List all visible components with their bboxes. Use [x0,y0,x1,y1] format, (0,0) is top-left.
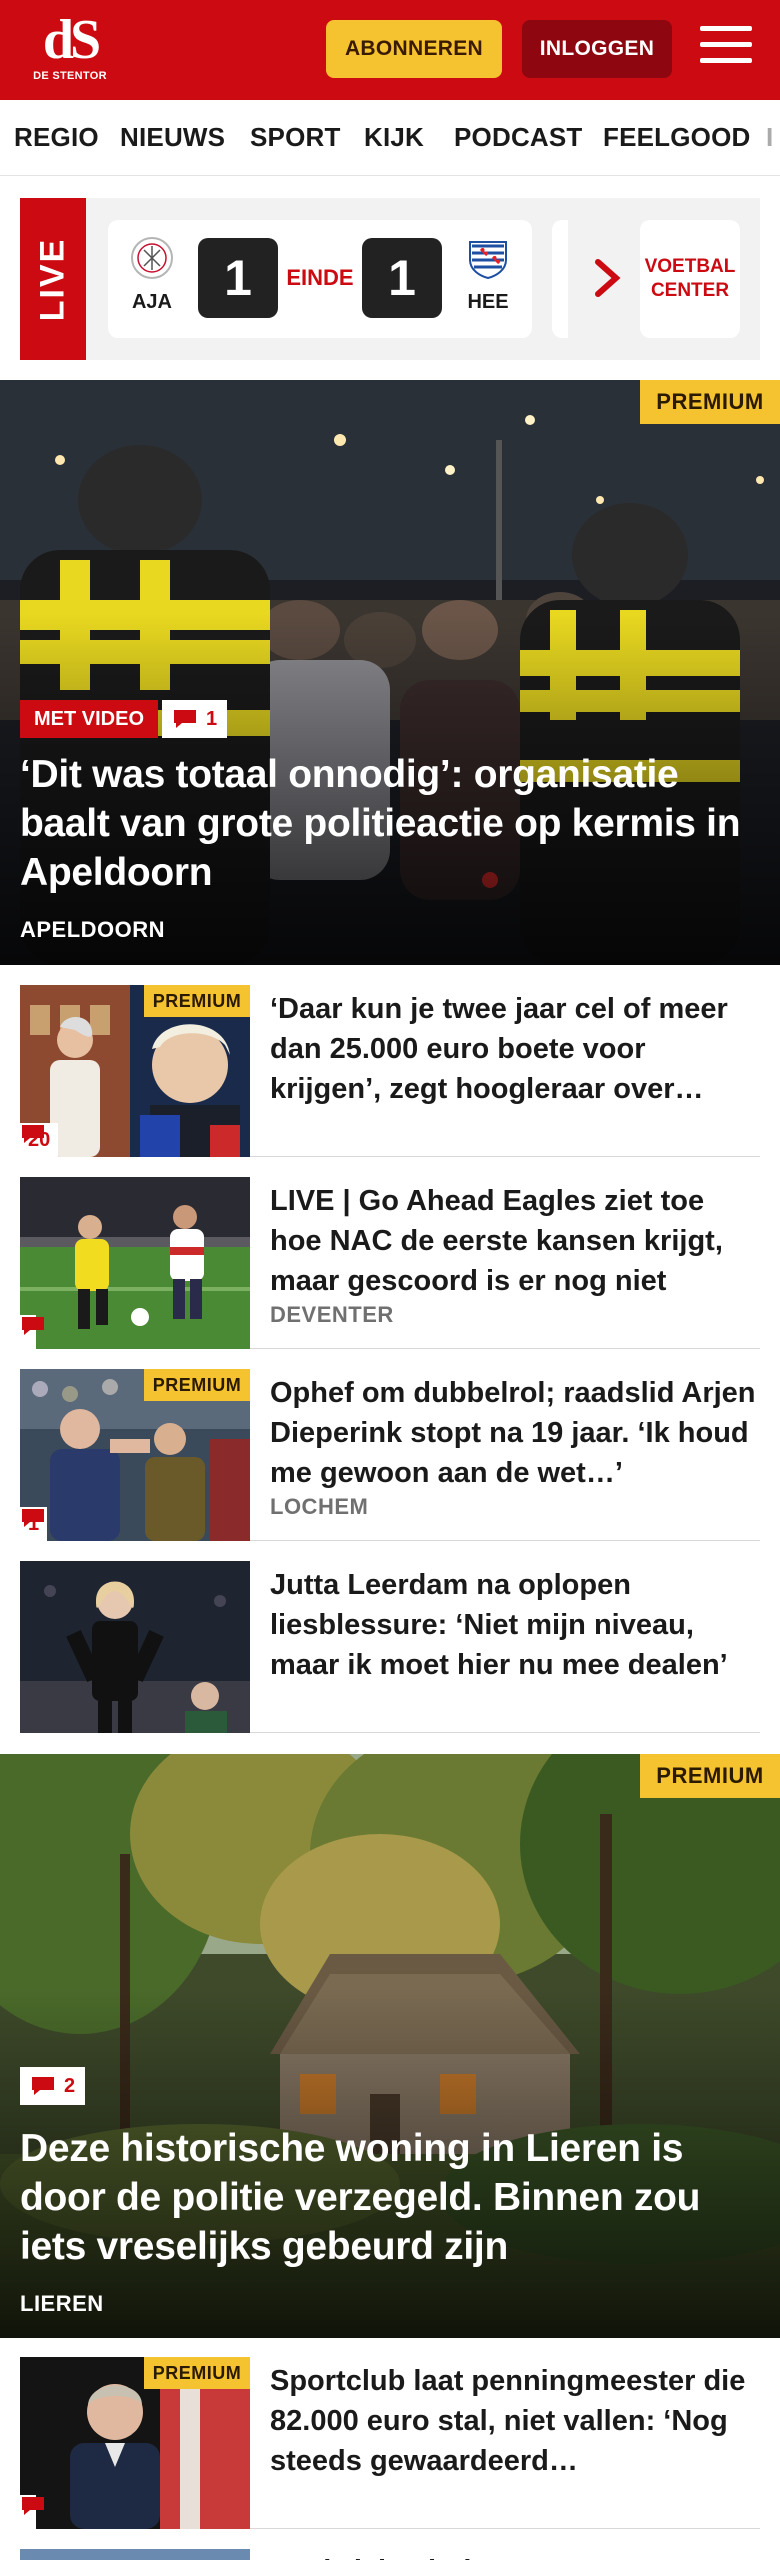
comment-icon [174,710,197,728]
live-label: LIVE [20,198,86,360]
home-score: 1 [198,238,278,318]
heerenveen-logo-icon [469,241,507,280]
list-item[interactable]: PREMIUM 1 Ophef om dubbelrol; raadslid A… [20,1369,760,1541]
list-item[interactable]: LIVE | Go Ahead Eagles ziet toe hoe NAC … [20,1177,760,1349]
comment-count: 1 [206,707,218,730]
ajax-logo-icon [131,237,173,279]
nav-item-feelgood[interactable]: FEELGOOD [603,122,751,153]
home-team: AJA [124,236,180,314]
list-item[interactable]: Deel ziekenhuis weer open: Deventer [20,2549,760,2560]
hamburger-icon[interactable] [700,26,752,72]
nav-item-overflow[interactable]: I [766,122,773,153]
away-score: 1 [362,238,442,318]
nav-item-nieuws[interactable]: NIEUWS [120,122,225,153]
list-item[interactable]: PREMIUM Sportclub laat penningmeester di… [20,2357,760,2529]
article-location: LOCHEM [270,1494,369,1519]
site-logo[interactable]: dS DE STENTOR [30,12,110,88]
article-thumbnail [20,1177,250,1349]
list-item[interactable]: PREMIUM 20 ‘Daar kun je twee jaar cel of… [20,985,760,1157]
hero-article-1[interactable]: PREMIUM MET VIDEO 1 ‘Dit was totaal onno… [0,380,780,965]
article-location: DEVENTER [270,1302,394,1327]
comment-icon [22,2497,44,2515]
hero-badges: MET VIDEO 1 [20,700,228,738]
comment-count-badge[interactable] [20,2495,44,2529]
comment-count-badge[interactable]: 2 [20,2067,86,2105]
nav-item-regio[interactable]: REGIO [14,122,99,153]
list-item[interactable]: Jutta Leerdam na oplopen liesblessure: ‘… [20,1561,760,1733]
article-headline[interactable]: Jutta Leerdam na oplopen liesblessure: ‘… [270,1565,760,1685]
premium-badge: PREMIUM [640,1754,780,1798]
voetbal-center-link[interactable]: VOETBAL CENTER [640,220,740,338]
article-headline[interactable]: Ophef om dubbelrol; raadslid Arjen Diepe… [270,1373,760,1493]
home-team-name: AJA [131,291,172,313]
premium-badge: PREMIUM [144,2357,250,2389]
comment-icon [22,1125,44,1143]
away-team-name: HEE [467,291,509,313]
login-button[interactable]: INLOGGEN [522,20,672,78]
next-match-card[interactable] [552,220,568,338]
hero-location: APELDOORN [20,917,166,942]
article-thumbnail: PREMIUM [20,2357,250,2529]
article-headline[interactable]: Sportclub laat penningmeester die 82.000… [270,2361,760,2481]
live-score-widget: LIVE AJA 1 EINDE 1 HEE VOETBAL CENTER [20,198,760,360]
comment-count: 2 [64,2074,76,2097]
comment-count-badge[interactable]: 1 [20,1507,48,1541]
nav-item-sport[interactable]: SPORT [250,122,341,153]
comment-count-badge[interactable] [20,1315,44,1349]
match-card[interactable]: AJA 1 EINDE 1 HEE [108,220,532,338]
hero-headline[interactable]: Deze historische woning in Lieren is doo… [20,2124,760,2271]
hero-badges: 2 [20,2067,86,2105]
thumbnail-image [20,1177,250,1349]
thumbnail-image [20,1561,250,1733]
section-nav: REGIO NIEUWS SPORT KIJK PODCAST FEELGOOD… [0,100,780,176]
subscribe-button[interactable]: ABONNEREN [326,20,502,78]
hero-headline[interactable]: ‘Dit was totaal onnodig’: organisatie ba… [20,750,760,897]
comment-count-badge[interactable]: 20 [20,1123,59,1157]
chevron-right-icon[interactable] [588,254,628,302]
logo-mark: dS [42,9,101,71]
article-headline[interactable]: ‘Daar kun je twee jaar cel of meer dan 2… [270,989,760,1109]
comment-icon [22,1317,44,1335]
article-thumbnail [20,2549,250,2560]
premium-badge: PREMIUM [144,1369,250,1401]
comment-count-badge[interactable]: 1 [162,700,228,738]
hero-location: LIEREN [20,2291,104,2316]
logo-subtitle: DE STENTOR [33,70,107,82]
article-headline[interactable]: LIVE | Go Ahead Eagles ziet toe hoe NAC … [270,1181,760,1301]
video-badge: MET VIDEO [20,700,159,738]
comment-icon [32,2077,54,2095]
match-status: EINDE [286,265,354,290]
article-thumbnail: PREMIUM 20 [20,985,250,1157]
site-header: dS DE STENTOR ABONNEREN INLOGGEN [0,0,780,100]
away-team: HEE [460,236,516,314]
comment-icon [22,1509,44,1527]
nav-item-kijk[interactable]: KIJK [364,122,424,153]
article-thumbnail: PREMIUM 1 [20,1369,250,1541]
premium-badge: PREMIUM [144,985,250,1017]
hero-article-2[interactable]: PREMIUM 2 Deze historische woning in Lie… [0,1754,780,2338]
article-headline[interactable]: Deel ziekenhuis weer open: Deventer [270,2551,760,2560]
nav-item-podcast[interactable]: PODCAST [454,122,583,153]
premium-badge: PREMIUM [640,380,780,424]
article-thumbnail [20,1561,250,1733]
